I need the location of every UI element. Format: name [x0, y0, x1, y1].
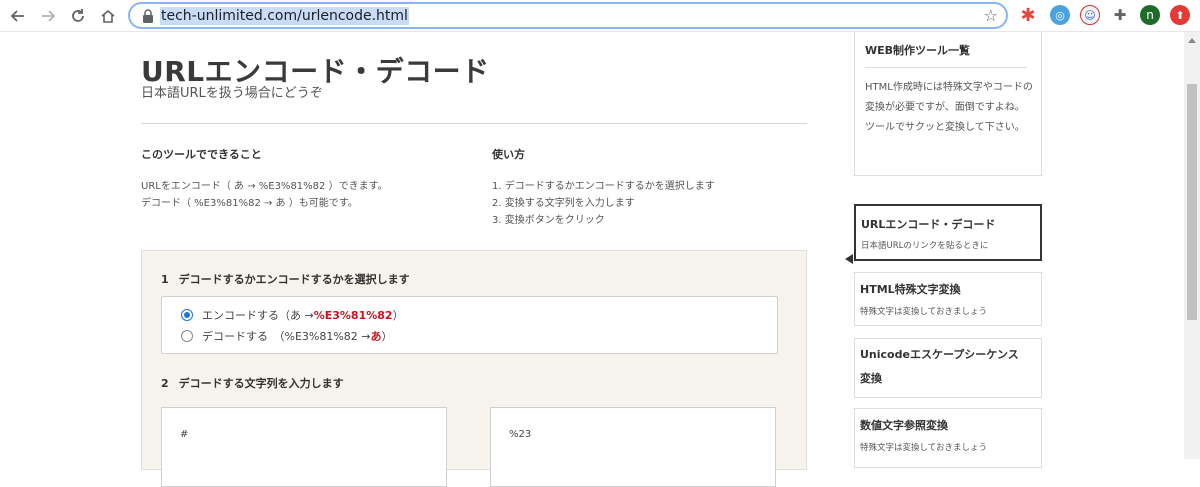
active-item-pointer	[845, 254, 853, 264]
tools-list-card: WEB制作ツール一覧 HTML作成時には特殊文字やコードの変換が必要ですが、面倒…	[854, 32, 1042, 176]
input-textarea[interactable]: #	[161, 407, 447, 487]
home-icon[interactable]	[98, 6, 118, 26]
page-subtitle: 日本語URLを扱う場合にどうぞ	[141, 86, 323, 101]
what-line-1: URLをエンコード（ あ → %E3%81%82 ）できます。	[141, 181, 388, 192]
sidebar-item-urlencode[interactable]: URLエンコード・デコード 日本語URLのリンクを貼るときに	[854, 204, 1042, 261]
how-step-3: 3. 変換ボタンをクリック	[492, 215, 605, 226]
sidebar-item-title[interactable]: URLエンコード・デコード	[861, 213, 995, 237]
page-scrollbar[interactable]	[1184, 32, 1200, 459]
reload-icon[interactable]	[68, 6, 88, 26]
update-arrow-icon[interactable]: ⬆	[1170, 5, 1190, 25]
sidebar-item-numeric-char-ref[interactable]: 数値文字参照変換 特殊文字は変換しておきましょう	[854, 408, 1042, 468]
how-step-2: 2. 変換する文字列を入力します	[492, 198, 635, 209]
decode-example-value: あ	[370, 330, 382, 343]
extensions-puzzle-icon[interactable]: ✚	[1110, 5, 1130, 25]
tools-list-description: HTML作成時には特殊文字やコードの変換が必要ですが、面倒ですよね。ツールでサク…	[865, 82, 1033, 133]
extension-face-icon[interactable]: ☺	[1080, 5, 1100, 25]
encode-radio[interactable]	[181, 309, 193, 321]
browser-toolbar: tech-unlimited.com/urlencode.html ☆ ✱ ◎ …	[0, 0, 1200, 32]
sidebar-item-unicode-escape[interactable]: Unicodeエスケープシーケンス 変換	[854, 338, 1042, 398]
what-heading: このツールでできること	[141, 148, 262, 161]
step-1-heading: 1 デコードするかエンコードするかを選択します	[161, 271, 410, 287]
decode-label-close: ）	[381, 330, 393, 343]
tools-list-title: WEB制作ツール一覧	[865, 44, 971, 57]
converter-form: 1 デコードするかエンコードするかを選択します エンコードする（あ → %E3%8…	[141, 250, 807, 487]
step-2-number: 2	[161, 377, 169, 390]
decode-label[interactable]: デコードする （%E3%81%82 →	[202, 328, 371, 344]
encode-label-close: ）	[392, 309, 404, 322]
sidebar-item-desc: 特殊文字は変換しておきましょう	[860, 307, 987, 317]
sidebar-item-title[interactable]: Unicodeエスケープシーケンス	[860, 343, 1019, 367]
step-1-number: 1	[161, 273, 169, 286]
output-textarea[interactable]: %23	[490, 407, 776, 487]
sidebar-item-title[interactable]: HTML特殊文字変換	[860, 278, 961, 302]
sidebar-item-title-line-2[interactable]: 変換	[860, 367, 882, 391]
how-heading: 使い方	[492, 148, 525, 161]
back-arrow-icon[interactable]	[8, 6, 28, 26]
sidebar-item-desc: 日本語URLのリンクを貼るときに	[861, 241, 989, 251]
tools-list-divider	[865, 67, 1027, 68]
bookmark-star-icon[interactable]: ☆	[984, 6, 998, 25]
how-step-1: 1. デコードするかエンコードするかを選択します	[492, 181, 715, 192]
encode-label[interactable]: エンコードする（あ →	[202, 307, 314, 323]
forward-arrow-icon[interactable]	[38, 6, 58, 26]
sidebar-item-title[interactable]: 数値文字参照変換	[860, 414, 948, 438]
step-1-label: デコードするかエンコードするかを選択します	[178, 273, 410, 286]
encode-option[interactable]: エンコードする（あ → %E3%81%82）	[181, 307, 404, 323]
step-2-label: デコードする文字列を入力します	[178, 377, 344, 390]
scrollbar-thumb[interactable]	[1187, 84, 1197, 320]
extension-search-icon[interactable]: ◎	[1050, 5, 1070, 25]
decode-radio[interactable]	[181, 330, 193, 342]
url-text[interactable]: tech-unlimited.com/urlencode.html	[160, 7, 409, 25]
profile-avatar[interactable]: n	[1140, 5, 1160, 25]
address-bar[interactable]: tech-unlimited.com/urlencode.html ☆	[128, 2, 1008, 29]
sidebar-item-html-special-chars[interactable]: HTML特殊文字変換 特殊文字は変換しておきましょう	[854, 272, 1042, 326]
sidebar-item-desc: 特殊文字は変換しておきましょう	[860, 443, 987, 453]
extension-asterisk-icon[interactable]: ✱	[1018, 5, 1038, 26]
decode-option[interactable]: デコードする （%E3%81%82 → あ）	[181, 328, 393, 344]
what-line-2: デコード（ %E3%81%82 → あ ）も可能です。	[141, 198, 358, 209]
divider	[141, 123, 807, 124]
lock-icon[interactable]	[142, 9, 154, 23]
mode-radio-group: エンコードする（あ → %E3%81%82） デコードする （%E3%81%82…	[161, 296, 778, 354]
page-content: URLエンコード・デコード 日本語URLを扱う場合にどうぞ このツールでできるこ…	[0, 32, 1184, 487]
scroll-up-arrow-icon[interactable]	[1188, 38, 1196, 43]
encode-example-value: %E3%81%82	[313, 308, 393, 322]
step-2-heading: 2 デコードする文字列を入力します	[161, 375, 344, 391]
